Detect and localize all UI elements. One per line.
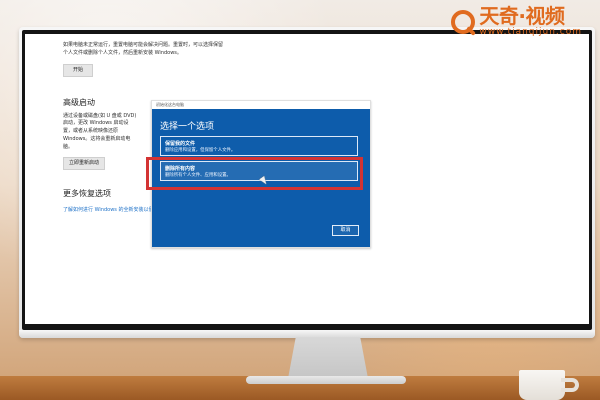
dialog-heading: 选择一个选项 bbox=[160, 122, 215, 132]
cancel-button[interactable]: 取消 bbox=[332, 225, 359, 236]
selection-highlight bbox=[146, 157, 363, 190]
brand-subtitle: www.tianqijun.com bbox=[479, 27, 582, 37]
monitor-stand-neck bbox=[287, 337, 369, 381]
monitor-chin bbox=[19, 330, 595, 338]
monitor: 如果电脑未正常运行，重置电脑可能会解决问题。重置时，可以选择保留个人文件或删除个… bbox=[19, 27, 595, 338]
coffee-mug bbox=[519, 370, 565, 400]
dialog-titlebar: 初始化这台电脑 bbox=[152, 101, 370, 109]
brand-logo: 天奇·视频 www.tianqijun.com bbox=[451, 6, 582, 37]
coffee-mug-handle bbox=[561, 378, 579, 392]
search-icon bbox=[451, 9, 476, 34]
monitor-stand-base bbox=[246, 376, 406, 384]
keep-files-description: 删除应用和设置，但保留个人文件。 bbox=[165, 148, 236, 153]
reset-intro-text: 如果电脑未正常运行，重置电脑可能会解决问题。重置时，可以选择保留个人文件或删除个… bbox=[63, 42, 224, 56]
start-reset-button[interactable]: 开始 bbox=[63, 63, 93, 77]
monitor-bezel: 如果电脑未正常运行，重置电脑可能会解决问题。重置时，可以选择保留个人文件或删除个… bbox=[22, 30, 592, 330]
dialog-window-title: 初始化这台电脑 bbox=[156, 102, 184, 107]
screen: 如果电脑未正常运行，重置电脑可能会解决问题。重置时，可以选择保留个人文件或删除个… bbox=[25, 34, 589, 324]
clean-install-link[interactable]: 了解如何进行 Windows 的全新安装以便开始... bbox=[63, 206, 153, 213]
brand-title: 天奇·视频 bbox=[479, 4, 565, 28]
keep-files-option[interactable]: 保留我的文件 删除应用和设置，但保留个人文件。 bbox=[160, 136, 358, 156]
restart-now-button[interactable]: 立即重新启动 bbox=[63, 157, 105, 171]
keep-files-title: 保留我的文件 bbox=[165, 141, 196, 147]
brand-text-group: 天奇·视频 www.tianqijun.com bbox=[479, 6, 582, 37]
advanced-startup-text: 通过设备或磁盘(如 U 盘或 DVD)启动，更改 Windows 启动设置，或者… bbox=[63, 112, 137, 150]
